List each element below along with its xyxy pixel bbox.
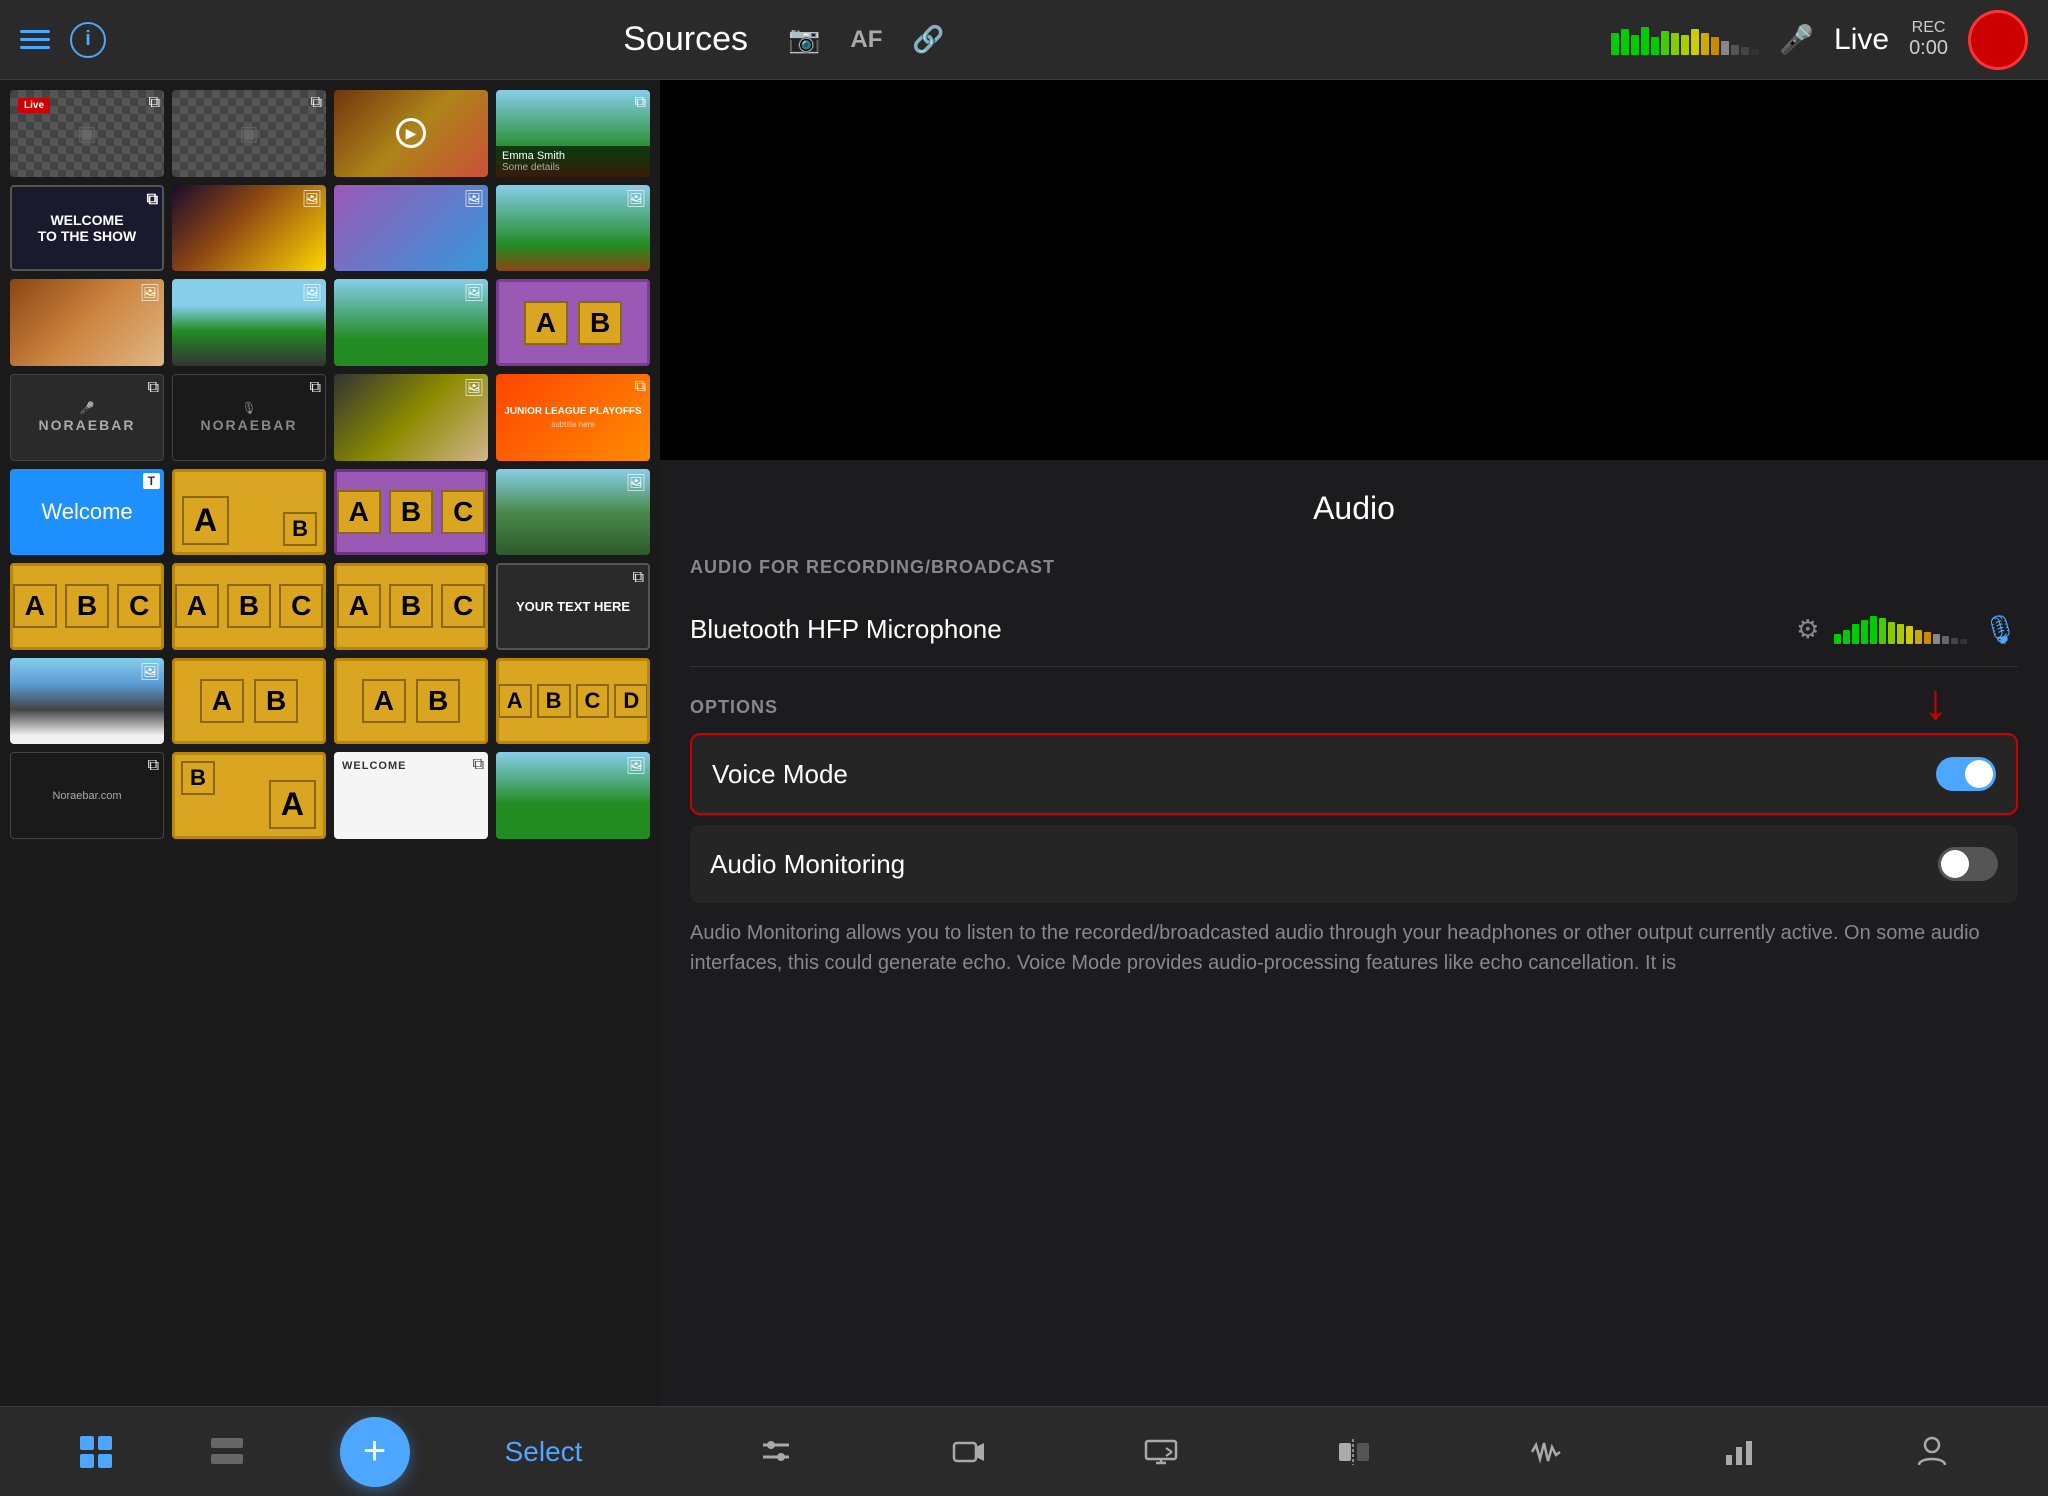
live-label: Live — [1834, 23, 1889, 57]
source-thumb-25[interactable]: 🖼 — [10, 658, 164, 745]
source-thumb-9[interactable]: 🖼 — [10, 279, 164, 366]
video-icon[interactable] — [952, 1435, 986, 1469]
source-thumb-6[interactable]: 🖼 — [172, 185, 326, 272]
add-source-button[interactable]: + — [340, 1417, 410, 1487]
settings-gear-icon[interactable]: ⚙ — [1796, 614, 1819, 645]
source-thumb-13[interactable]: 🎤 NORAEBAR ⧉ — [10, 374, 164, 461]
source-thumb-30[interactable]: A B — [172, 752, 326, 839]
sources-title: Sources — [623, 20, 748, 59]
recording-section-label: AUDIO FOR RECORDING/BROADCAST — [690, 557, 2018, 578]
options-section: OPTIONS ↓ Voice Mode Audio Monitoring Au… — [690, 697, 2018, 978]
sources-grid-panel: Live ▣ ⧉ ▣ ⧉ ▶ — [0, 80, 660, 1406]
source-thumb-16[interactable]: JUNIOR LEAGUE PLAYOFFS subtitle here ⧉ — [496, 374, 650, 461]
output-icon[interactable] — [1144, 1435, 1178, 1469]
bottom-nav: + Select — [0, 1406, 660, 1496]
layers-view-button[interactable] — [209, 1434, 245, 1470]
header-left-controls: i — [20, 22, 140, 58]
voice-mode-toggle[interactable] — [1936, 757, 1996, 791]
sources-grid: Live ▣ ⧉ ▣ ⧉ ▶ — [10, 90, 650, 839]
audio-monitoring-label: Audio Monitoring — [710, 849, 905, 880]
camera-icon[interactable]: 📷 — [788, 24, 820, 55]
source-thumb-17[interactable]: Welcome T — [10, 469, 164, 556]
rec-label: REC — [1912, 19, 1946, 37]
rec-time: 0:00 — [1909, 37, 1948, 60]
source-thumb-24[interactable]: YOUR TEXT HERE ⧉ — [496, 563, 650, 650]
waveform-icon[interactable] — [1530, 1435, 1564, 1469]
source-thumb-10[interactable]: 🖼 — [172, 279, 326, 366]
header-icons: 📷 AF 🔗 — [788, 24, 945, 55]
main-content: Live ▣ ⧉ ▣ ⧉ ▶ — [0, 80, 2048, 1496]
source-thumb-21[interactable]: A B C — [10, 563, 164, 650]
source-thumb-31[interactable]: WELCOME ⧉ — [334, 752, 488, 839]
rec-section: REC 0:00 — [1909, 19, 1948, 60]
source-thumb-11[interactable]: 🖼 — [334, 279, 488, 366]
source-thumb-32[interactable]: 🖼 — [496, 752, 650, 839]
info-icon[interactable]: i — [70, 22, 106, 58]
source-thumb-2[interactable]: ▣ ⧉ — [172, 90, 326, 177]
grid-view-button[interactable] — [78, 1434, 114, 1470]
analytics-icon[interactable] — [1722, 1435, 1756, 1469]
source-thumb-12[interactable]: A B — [496, 279, 650, 366]
sliders-icon[interactable] — [759, 1435, 793, 1469]
mic-blue-icon: 🎙 — [1982, 613, 2018, 646]
source-thumb-20[interactable]: 🖼 — [496, 469, 650, 556]
source-thumb-5[interactable]: WELCOMETO THE SHOW ⧉ — [10, 185, 164, 272]
source-thumb-22[interactable]: A B C — [172, 563, 326, 650]
voice-mode-container: ↓ Voice Mode — [690, 733, 2018, 815]
red-arrow-down: ↓ — [1923, 673, 1948, 731]
source-thumb-23[interactable]: A B C — [334, 563, 488, 650]
header-center: Sources 📷 AF 🔗 — [140, 20, 1428, 59]
source-thumb-26[interactable]: A B — [172, 658, 326, 745]
options-section-label: OPTIONS — [690, 697, 2018, 718]
header-right-controls: 🎤 Live REC 0:00 — [1428, 10, 2028, 70]
source-thumb-1[interactable]: Live ▣ ⧉ — [10, 90, 164, 177]
source-thumb-19[interactable]: A B C — [334, 469, 488, 556]
source-thumb-3[interactable]: ▶ — [334, 90, 488, 177]
source-thumb-4[interactable]: Emma Smith Some details ⧉ — [496, 90, 650, 177]
live-preview — [660, 80, 2048, 460]
record-button[interactable] — [1968, 10, 2028, 70]
audio-device-name: Bluetooth HFP Microphone — [690, 614, 1002, 645]
af-label[interactable]: AF — [850, 26, 882, 54]
source-thumb-27[interactable]: A B — [334, 658, 488, 745]
menu-icon[interactable] — [20, 30, 50, 49]
right-panel: Audio AUDIO FOR RECORDING/BROADCAST Blue… — [660, 80, 2048, 1496]
source-thumb-7[interactable]: 🖼 — [334, 185, 488, 272]
audio-meter — [1611, 25, 1759, 55]
audio-monitoring-toggle[interactable] — [1938, 847, 1998, 881]
source-thumb-18[interactable]: A B — [172, 469, 326, 556]
audio-panel: Audio AUDIO FOR RECORDING/BROADCAST Blue… — [660, 460, 2048, 1406]
select-button[interactable]: Select — [505, 1436, 583, 1468]
voice-mode-label: Voice Mode — [712, 759, 848, 790]
sources-panel-container: Live ▣ ⧉ ▣ ⧉ ▶ — [0, 80, 660, 1496]
audio-title: Audio — [690, 490, 2018, 527]
right-bottom-toolbar — [660, 1406, 2048, 1496]
source-thumb-29[interactable]: Noraebar.com ⧉ — [10, 752, 164, 839]
app-header: i Sources 📷 AF 🔗 🎤 Live — [0, 0, 2048, 80]
audio-monitoring-row: Audio Monitoring — [690, 825, 2018, 903]
voice-mode-row: Voice Mode — [690, 733, 2018, 815]
audio-level-bars — [1834, 616, 1967, 644]
source-thumb-15[interactable]: 🖼 — [334, 374, 488, 461]
source-thumb-28[interactable]: A B C D — [496, 658, 650, 745]
transition-icon[interactable] — [1337, 1435, 1371, 1469]
audio-description: Audio Monitoring allows you to listen to… — [690, 918, 2018, 978]
share-icon[interactable]: 🔗 — [912, 24, 944, 55]
mic-icon-header: 🎤 — [1779, 23, 1814, 56]
audio-device-controls: ⚙ — [1796, 613, 2018, 646]
source-thumb-14[interactable]: 🎙 NORAEBAR ⧉ — [172, 374, 326, 461]
person-icon[interactable] — [1915, 1435, 1949, 1469]
source-thumb-8[interactable]: 🖼 — [496, 185, 650, 272]
audio-device-row: Bluetooth HFP Microphone ⚙ — [690, 593, 2018, 667]
